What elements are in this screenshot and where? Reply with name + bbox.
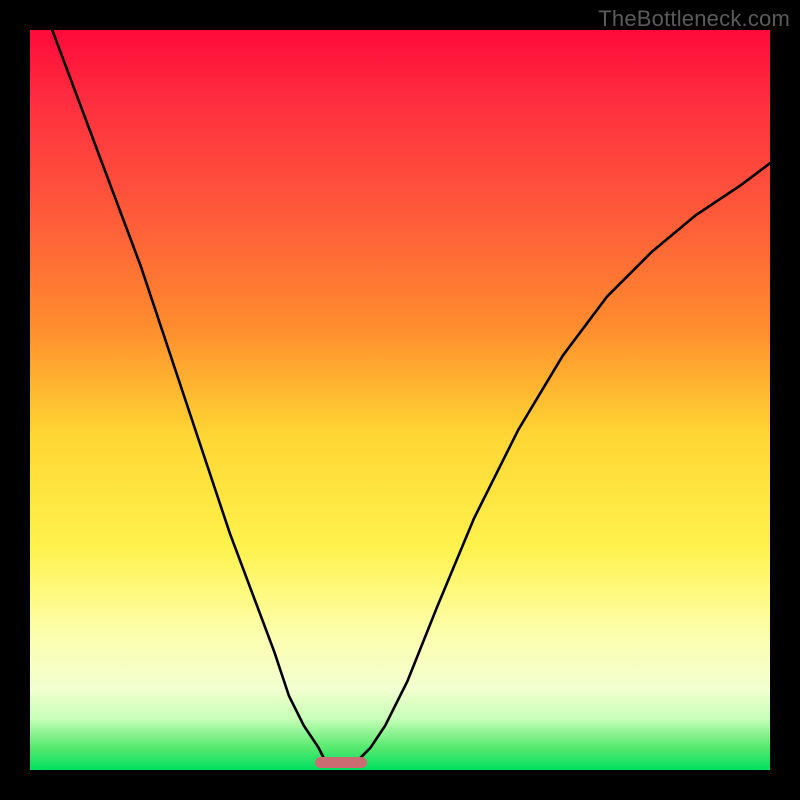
curve-right-branch — [356, 163, 770, 762]
plot-area — [30, 30, 770, 770]
baseline-marker — [315, 757, 367, 768]
chart-frame: TheBottleneck.com — [0, 0, 800, 800]
watermark-text: TheBottleneck.com — [598, 6, 790, 32]
curve-layer — [30, 30, 770, 770]
curve-left-branch — [52, 30, 326, 763]
